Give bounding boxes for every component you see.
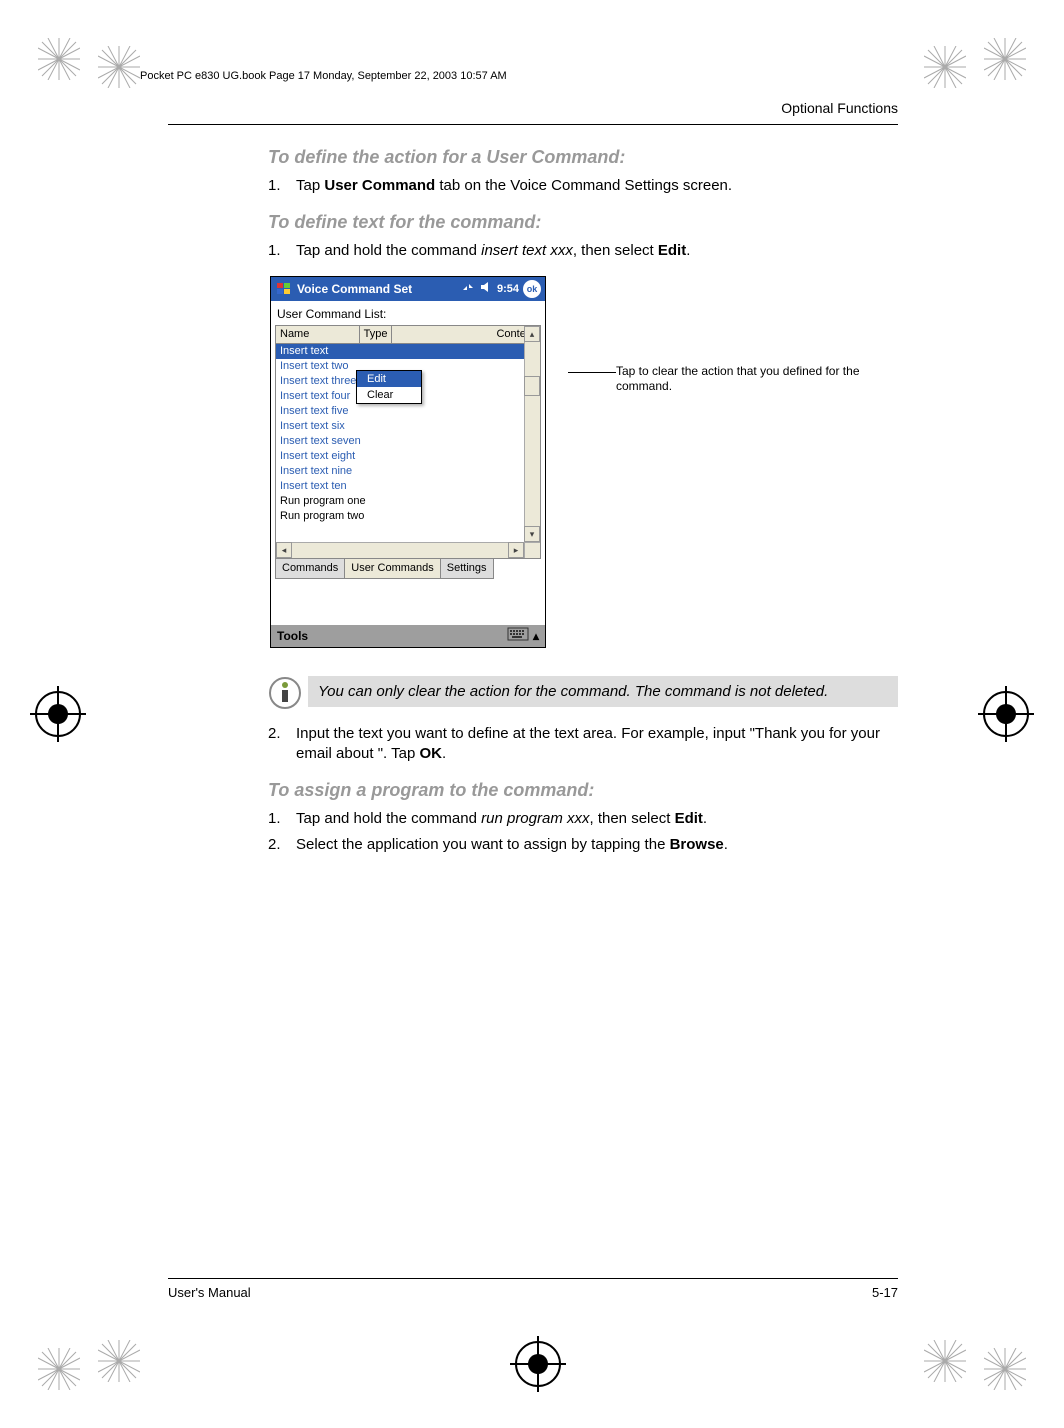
tab-commands[interactable]: Commands — [275, 559, 345, 579]
text-bold: Edit — [675, 810, 703, 827]
draft-header-text: Pocket PC e830 UG.book Page 17 Monday, S… — [140, 70, 507, 82]
table-row[interactable]: Insert text nine — [276, 464, 524, 479]
footer-left: User's Manual — [168, 1285, 251, 1300]
info-icon — [268, 676, 302, 710]
column-header-name[interactable]: Name — [276, 326, 360, 343]
scroll-down-button[interactable]: ▾ — [524, 526, 540, 542]
text-bold: OK — [419, 745, 442, 762]
star-mark-icon — [98, 46, 140, 88]
command-table: Name Type Content Insert text Insert tex… — [275, 325, 541, 559]
text: . — [686, 242, 690, 259]
keyboard-icon[interactable] — [507, 627, 529, 644]
scroll-left-button[interactable]: ◂ — [276, 542, 292, 558]
text-bold: Edit — [658, 242, 686, 259]
table-row[interactable]: Insert text seven — [276, 434, 524, 449]
context-menu-clear[interactable]: Clear — [357, 387, 421, 403]
step-text: Tap and hold the command run program xxx… — [268, 809, 898, 829]
text: . — [442, 745, 446, 762]
scroll-corner — [524, 542, 540, 558]
text: Input the text you want to define at the… — [296, 725, 880, 762]
step-text: Select the application you want to assig… — [268, 835, 898, 855]
callout-text: Tap to clear the action that you defined… — [616, 364, 886, 394]
star-mark-icon — [924, 46, 966, 88]
table-row[interactable]: Insert text — [276, 344, 524, 359]
text: tab on the Voice Command Settings screen… — [435, 177, 732, 194]
callout-line — [568, 372, 616, 373]
text: , then select — [573, 242, 658, 259]
text: . — [724, 836, 728, 853]
table-row[interactable]: Run program two — [276, 509, 524, 524]
star-mark-icon — [38, 1348, 80, 1390]
connectivity-icon[interactable] — [461, 280, 475, 297]
table-row[interactable]: Insert text eight — [276, 449, 524, 464]
star-mark-icon — [924, 1340, 966, 1382]
text: , then select — [590, 810, 675, 827]
text: Select the application you want to assig… — [296, 836, 670, 853]
text: . — [703, 810, 707, 827]
heading-define-action: To define the action for a User Command: — [268, 147, 898, 168]
scroll-right-button[interactable]: ▸ — [508, 542, 524, 558]
note-text: You can only clear the action for the co… — [308, 676, 898, 708]
table-row[interactable]: Run program one — [276, 494, 524, 509]
column-header-type[interactable]: Type — [360, 326, 393, 343]
step-text: Tap User Command tab on the Voice Comman… — [268, 176, 898, 196]
window-titlebar: Voice Command Set 9:54 ok — [271, 277, 545, 301]
tab-user-commands[interactable]: User Commands — [344, 559, 441, 579]
page-section-header: Optional Functions — [168, 100, 898, 116]
heading-assign-program: To assign a program to the command: — [268, 780, 898, 801]
start-flag-icon[interactable] — [275, 280, 293, 298]
context-menu-edit[interactable]: Edit — [357, 371, 421, 387]
step-text: Tap and hold the command insert text xxx… — [268, 241, 898, 261]
embedded-screenshot: Voice Command Set 9:54 ok User Command L… — [270, 276, 546, 648]
text: Tap and hold the command — [296, 810, 481, 827]
chevron-up-icon[interactable]: ▴ — [533, 629, 539, 643]
star-mark-icon — [984, 38, 1026, 80]
step-text: Input the text you want to define at the… — [268, 724, 898, 765]
vertical-scrollbar[interactable] — [524, 326, 540, 558]
table-row[interactable]: Insert text ten — [276, 479, 524, 494]
heading-define-text: To define text for the command: — [268, 212, 898, 233]
footer-page-number: 5-17 — [872, 1285, 898, 1300]
horizontal-rule — [168, 1278, 898, 1279]
ok-button[interactable]: ok — [523, 280, 541, 298]
registration-mark-icon — [510, 1336, 566, 1392]
text: Tap and hold the command — [296, 242, 481, 259]
registration-mark-icon — [30, 686, 86, 742]
horizontal-rule — [168, 124, 898, 125]
callout: Tap to clear the action that you defined… — [568, 364, 886, 394]
text-italic: insert text xxx — [481, 242, 573, 259]
star-mark-icon — [98, 1340, 140, 1382]
user-command-list-label: User Command List: — [271, 301, 545, 325]
context-menu: Edit Clear — [356, 370, 422, 404]
horizontal-scrollbar[interactable] — [276, 542, 540, 558]
text-italic: run program xxx — [481, 810, 589, 827]
scroll-thumb[interactable] — [524, 376, 540, 396]
star-mark-icon — [38, 38, 80, 80]
scroll-up-button[interactable]: ▴ — [524, 326, 540, 342]
star-mark-icon — [984, 1348, 1026, 1390]
text-bold: Browse — [670, 836, 724, 853]
table-row[interactable]: Insert text five — [276, 404, 524, 419]
text: Tap — [296, 177, 324, 194]
tab-settings[interactable]: Settings — [440, 559, 494, 579]
tools-menu[interactable]: Tools — [277, 629, 308, 643]
table-row[interactable]: Insert text six — [276, 419, 524, 434]
window-title: Voice Command Set — [297, 282, 461, 296]
clock-time[interactable]: 9:54 — [497, 283, 519, 295]
text-bold: User Command — [324, 177, 435, 194]
registration-mark-icon — [978, 686, 1034, 742]
speaker-icon[interactable] — [479, 280, 493, 297]
